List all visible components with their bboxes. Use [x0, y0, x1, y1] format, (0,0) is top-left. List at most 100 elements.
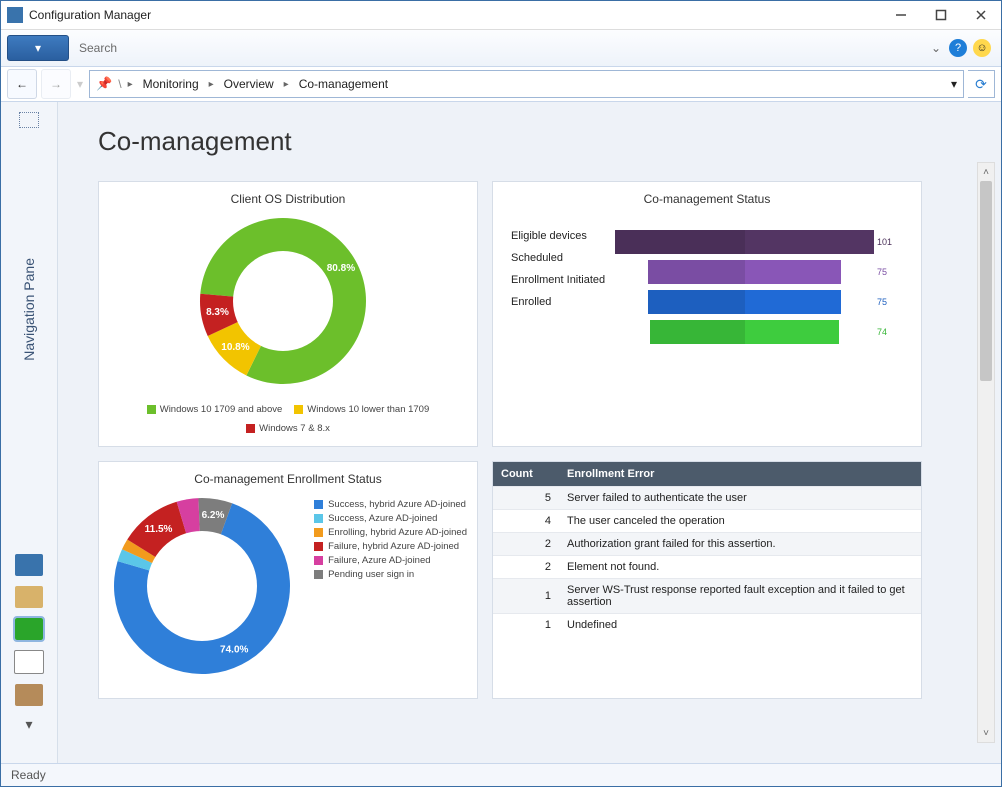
cell-error: Element not found.: [559, 556, 921, 579]
breadcrumb-item[interactable]: Overview: [220, 75, 278, 93]
funnel-bar: [615, 230, 874, 254]
help-icon[interactable]: ?: [949, 39, 967, 57]
expand-pane-button[interactable]: [19, 112, 39, 128]
funnel-value: 75: [874, 297, 903, 307]
breadcrumb-item[interactable]: Monitoring: [139, 75, 203, 93]
svg-text:80.8%: 80.8%: [327, 263, 355, 274]
table-row[interactable]: 5Server failed to authenticate the user: [493, 487, 921, 510]
scroll-thumb[interactable]: [980, 181, 992, 381]
history-dropdown-icon[interactable]: ▾: [77, 77, 83, 91]
funnel-value: 74: [874, 327, 903, 337]
funnel-label: Enrollment Initiated: [511, 274, 607, 286]
title-bar: Configuration Manager: [1, 1, 1001, 30]
back-button[interactable]: ←: [7, 69, 37, 99]
legend-item: Success, Azure AD-joined: [314, 513, 467, 524]
card-enrollment-status: Co-management Enrollment Status 74.0% 11.…: [98, 461, 478, 699]
search-input[interactable]: Search: [79, 41, 913, 55]
svg-text:8.3%: 8.3%: [206, 307, 229, 318]
funnel-chart: Eligible devices Scheduled Enrollment Init…: [503, 216, 911, 354]
workspace-assets-icon[interactable]: [15, 554, 43, 576]
cell-error: Server failed to authenticate the user: [559, 487, 921, 510]
table-header-error[interactable]: Enrollment Error: [559, 462, 921, 487]
funnel-row: 74: [615, 320, 903, 344]
table-row[interactable]: 2Element not found.: [493, 556, 921, 579]
navigation-pane: Navigation Pane ▾: [1, 102, 58, 763]
workspace-library-icon[interactable]: [15, 586, 43, 608]
cell-error: The user canceled the operation: [559, 510, 921, 533]
ribbon-bar: ▾ Search ⌄ ? ☺: [1, 30, 1001, 67]
cell-count: 2: [493, 533, 559, 556]
enrollment-error-table: Count Enrollment Error 5Server failed to…: [493, 462, 921, 636]
svg-text:11.5%: 11.5%: [144, 524, 172, 535]
funnel-label: Scheduled: [511, 252, 607, 264]
funnel-value: 101: [874, 237, 903, 247]
close-button[interactable]: [961, 1, 1001, 29]
legend-item: Windows 7 & 8.x: [246, 423, 330, 434]
forward-button[interactable]: →: [41, 69, 71, 99]
funnel-row: 101: [615, 230, 903, 254]
workspace-compliance-icon[interactable]: [14, 650, 44, 674]
funnel-bar: [650, 320, 840, 344]
pin-icon[interactable]: 📌: [96, 76, 112, 92]
legend-os: Windows 10 1709 and above Windows 10 lowe…: [109, 404, 467, 434]
workspace-monitoring-icon[interactable]: [15, 618, 43, 640]
card-comanagement-status: Co-management Status Eligible devices Sch…: [492, 181, 922, 447]
funnel-value: 75: [874, 267, 903, 277]
card-title: Co-management Enrollment Status: [109, 472, 467, 486]
donut-chart-os: 80.8% 10.8% 8.3%: [198, 216, 378, 396]
card-enrollment-errors: Count Enrollment Error 5Server failed to…: [492, 461, 922, 699]
card-client-os-distribution: Client OS Distribution 80.8% 10.8% 8.3% Wi…: [98, 181, 478, 447]
legend-item: Success, hybrid Azure AD-joined: [314, 499, 467, 510]
table-row[interactable]: 1Undefined: [493, 614, 921, 637]
funnel-label: Eligible devices: [511, 230, 607, 242]
navigation-pane-label: Navigation Pane: [21, 258, 37, 361]
table-header-count[interactable]: Count: [493, 462, 559, 487]
workspace-admin-icon[interactable]: [15, 684, 43, 706]
cell-count: 5: [493, 487, 559, 510]
cell-count: 2: [493, 556, 559, 579]
app-title: Configuration Manager: [29, 8, 151, 22]
maximize-button[interactable]: [921, 1, 961, 29]
search-dropdown-icon[interactable]: ⌄: [931, 41, 941, 55]
breadcrumb-item[interactable]: Co-management: [295, 75, 392, 93]
chevron-down-icon: ▾: [35, 41, 41, 55]
funnel-label: Enrolled: [511, 296, 607, 308]
address-bar: ← → ▾ 📌 \ ▸ Monitoring ▸ Overview ▸ Co-m…: [1, 67, 1001, 102]
page-title: Co-management: [98, 126, 977, 157]
card-title: Client OS Distribution: [109, 192, 467, 206]
funnel-row: 75: [615, 260, 903, 284]
funnel-bar: [648, 290, 840, 314]
donut-chart-enrollment: 74.0% 11.5% 6.2%: [112, 496, 302, 686]
scroll-up-icon[interactable]: ˄: [978, 163, 994, 181]
app-icon: [7, 7, 23, 23]
refresh-button[interactable]: ⟳: [968, 70, 995, 98]
funnel-bar: [648, 260, 840, 284]
vertical-scrollbar[interactable]: ˄ ˅: [977, 162, 995, 743]
table-row[interactable]: 2Authorization grant failed for this ass…: [493, 533, 921, 556]
legend-item: Windows 10 1709 and above: [147, 404, 283, 415]
legend-item: Failure, Azure AD-joined: [314, 555, 467, 566]
cell-error: Server WS-Trust response reported fault …: [559, 579, 921, 614]
content-area: Co-management Client OS Distribution 80.…: [58, 102, 1001, 763]
minimize-button[interactable]: [881, 1, 921, 29]
card-title: Co-management Status: [503, 192, 911, 206]
legend-item: Windows 10 lower than 1709: [294, 404, 429, 415]
table-row[interactable]: 1Server WS-Trust response reported fault…: [493, 579, 921, 614]
legend-item: Failure, hybrid Azure AD-joined: [314, 541, 467, 552]
funnel-row: 75: [615, 290, 903, 314]
breadcrumb-dropdown-icon[interactable]: ▾: [951, 77, 957, 91]
feedback-icon[interactable]: ☺: [973, 39, 991, 57]
breadcrumb[interactable]: 📌 \ ▸ Monitoring ▸ Overview ▸ Co-managem…: [89, 70, 964, 98]
scroll-down-icon[interactable]: ˅: [978, 724, 994, 742]
legend-item: Pending user sign in: [314, 569, 467, 580]
cell-count: 1: [493, 579, 559, 614]
svg-text:6.2%: 6.2%: [201, 510, 224, 521]
cell-error: Undefined: [559, 614, 921, 637]
cell-error: Authorization grant failed for this asse…: [559, 533, 921, 556]
svg-text:10.8%: 10.8%: [221, 342, 249, 353]
svg-text:74.0%: 74.0%: [220, 644, 248, 655]
table-row[interactable]: 4The user canceled the operation: [493, 510, 921, 533]
more-workspaces-icon[interactable]: ▾: [25, 716, 32, 733]
legend-enrollment: Success, hybrid Azure AD-joined Success, …: [314, 496, 467, 583]
app-menu-button[interactable]: ▾: [7, 35, 69, 61]
